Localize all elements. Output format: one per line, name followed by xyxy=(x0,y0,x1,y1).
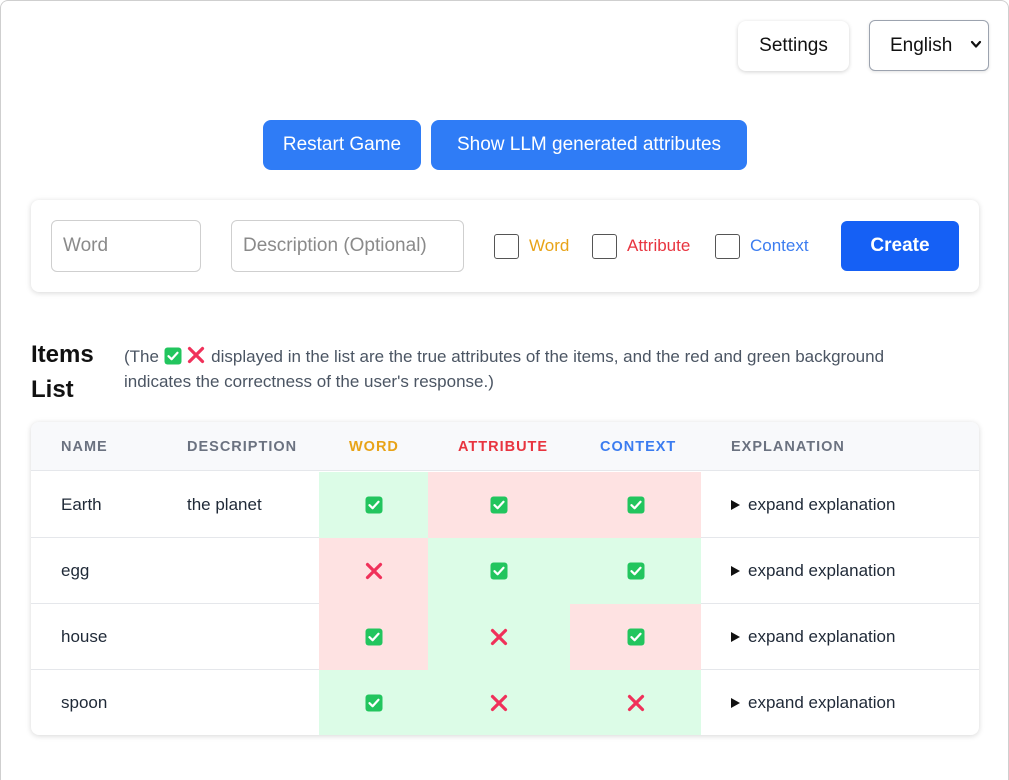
expand-explanation-toggle[interactable]: expand explanation xyxy=(731,670,895,735)
cell-context xyxy=(570,670,701,735)
expand-explanation-label: expand explanation xyxy=(748,627,896,646)
cross-icon xyxy=(188,346,205,364)
context-checkbox[interactable] xyxy=(715,234,740,259)
items-list-note: (The displayed in the list are the true … xyxy=(124,344,944,394)
header-attribute: ATTRIBUTE xyxy=(458,439,549,455)
table-row: egg expand explanation xyxy=(31,538,979,604)
cell-attribute xyxy=(428,670,570,735)
word-input[interactable] xyxy=(51,220,201,272)
cell-word xyxy=(319,604,428,670)
cell-name: egg xyxy=(61,561,90,580)
expand-explanation-toggle[interactable]: expand explanation xyxy=(731,538,895,604)
show-llm-attributes-button[interactable]: Show LLM generated attributes xyxy=(431,120,747,170)
header-explanation: EXPLANATION xyxy=(731,439,845,455)
cell-word xyxy=(319,538,428,604)
items-list-title: Items List xyxy=(31,341,94,403)
expand-explanation-toggle[interactable]: expand explanation xyxy=(731,604,895,670)
expand-explanation-label: expand explanation xyxy=(748,561,896,580)
expand-explanation-label: expand explanation xyxy=(748,693,896,712)
language-select[interactable]: English xyxy=(869,20,989,71)
table-row: spoon expand explanation xyxy=(31,670,979,735)
description-input[interactable] xyxy=(231,220,464,272)
check-box-icon xyxy=(627,562,644,580)
attribute-checkbox-label[interactable]: Attribute xyxy=(627,236,690,256)
note-prefix: (The xyxy=(124,347,159,366)
cell-context xyxy=(570,538,701,604)
language-selected-value: English xyxy=(890,34,953,56)
table-header: NAME DESCRIPTION WORD ATTRIBUTE CONTEXT … xyxy=(31,422,979,471)
cell-attribute xyxy=(428,538,570,604)
cell-name: spoon xyxy=(61,693,108,712)
settings-button[interactable]: Settings xyxy=(738,21,849,71)
check-box-icon xyxy=(627,496,644,514)
cell-name: Earth xyxy=(61,495,102,514)
word-checkbox-label[interactable]: Word xyxy=(529,236,569,256)
triangle-right-icon xyxy=(731,632,740,642)
restart-game-button[interactable]: Restart Game xyxy=(263,120,421,170)
triangle-right-icon xyxy=(731,698,740,708)
header-name: NAME xyxy=(61,439,108,455)
check-box-icon xyxy=(365,496,382,514)
cell-context xyxy=(570,472,701,538)
create-button[interactable]: Create xyxy=(841,221,959,271)
cell-context xyxy=(570,604,701,670)
check-box-icon xyxy=(164,347,182,365)
note-suffix: displayed in the list are the true attri… xyxy=(124,347,885,391)
cross-icon xyxy=(490,694,508,712)
context-checkbox-label[interactable]: Context xyxy=(750,236,809,256)
attribute-checkbox[interactable] xyxy=(592,234,617,259)
expand-explanation-toggle[interactable]: expand explanation xyxy=(731,472,895,538)
cell-description: the planet xyxy=(187,495,262,514)
expand-explanation-label: expand explanation xyxy=(748,495,896,514)
cell-attribute xyxy=(428,604,570,670)
header-word: WORD xyxy=(349,439,399,455)
table-row: house expand explanation xyxy=(31,604,979,670)
check-box-icon xyxy=(490,562,508,580)
cross-icon xyxy=(627,694,644,712)
triangle-right-icon xyxy=(731,566,740,576)
check-box-icon xyxy=(365,628,382,646)
create-item-card: Word Attribute Context Create xyxy=(31,200,979,292)
cell-word xyxy=(319,472,428,538)
cross-icon xyxy=(490,628,508,646)
check-box-icon xyxy=(365,694,382,712)
cell-name: house xyxy=(61,627,108,646)
header-context: CONTEXT xyxy=(600,439,677,455)
header-description: DESCRIPTION xyxy=(187,439,298,455)
items-table: NAME DESCRIPTION WORD ATTRIBUTE CONTEXT … xyxy=(31,422,979,735)
word-checkbox[interactable] xyxy=(494,234,519,259)
cell-word xyxy=(319,670,428,735)
table-row: Earth the planet expand explanation xyxy=(31,472,979,538)
cell-attribute xyxy=(428,472,570,538)
check-box-icon xyxy=(490,496,508,514)
check-box-icon xyxy=(627,628,644,646)
chevron-down-icon xyxy=(970,40,982,48)
triangle-right-icon xyxy=(731,500,740,510)
cross-icon xyxy=(365,562,382,580)
